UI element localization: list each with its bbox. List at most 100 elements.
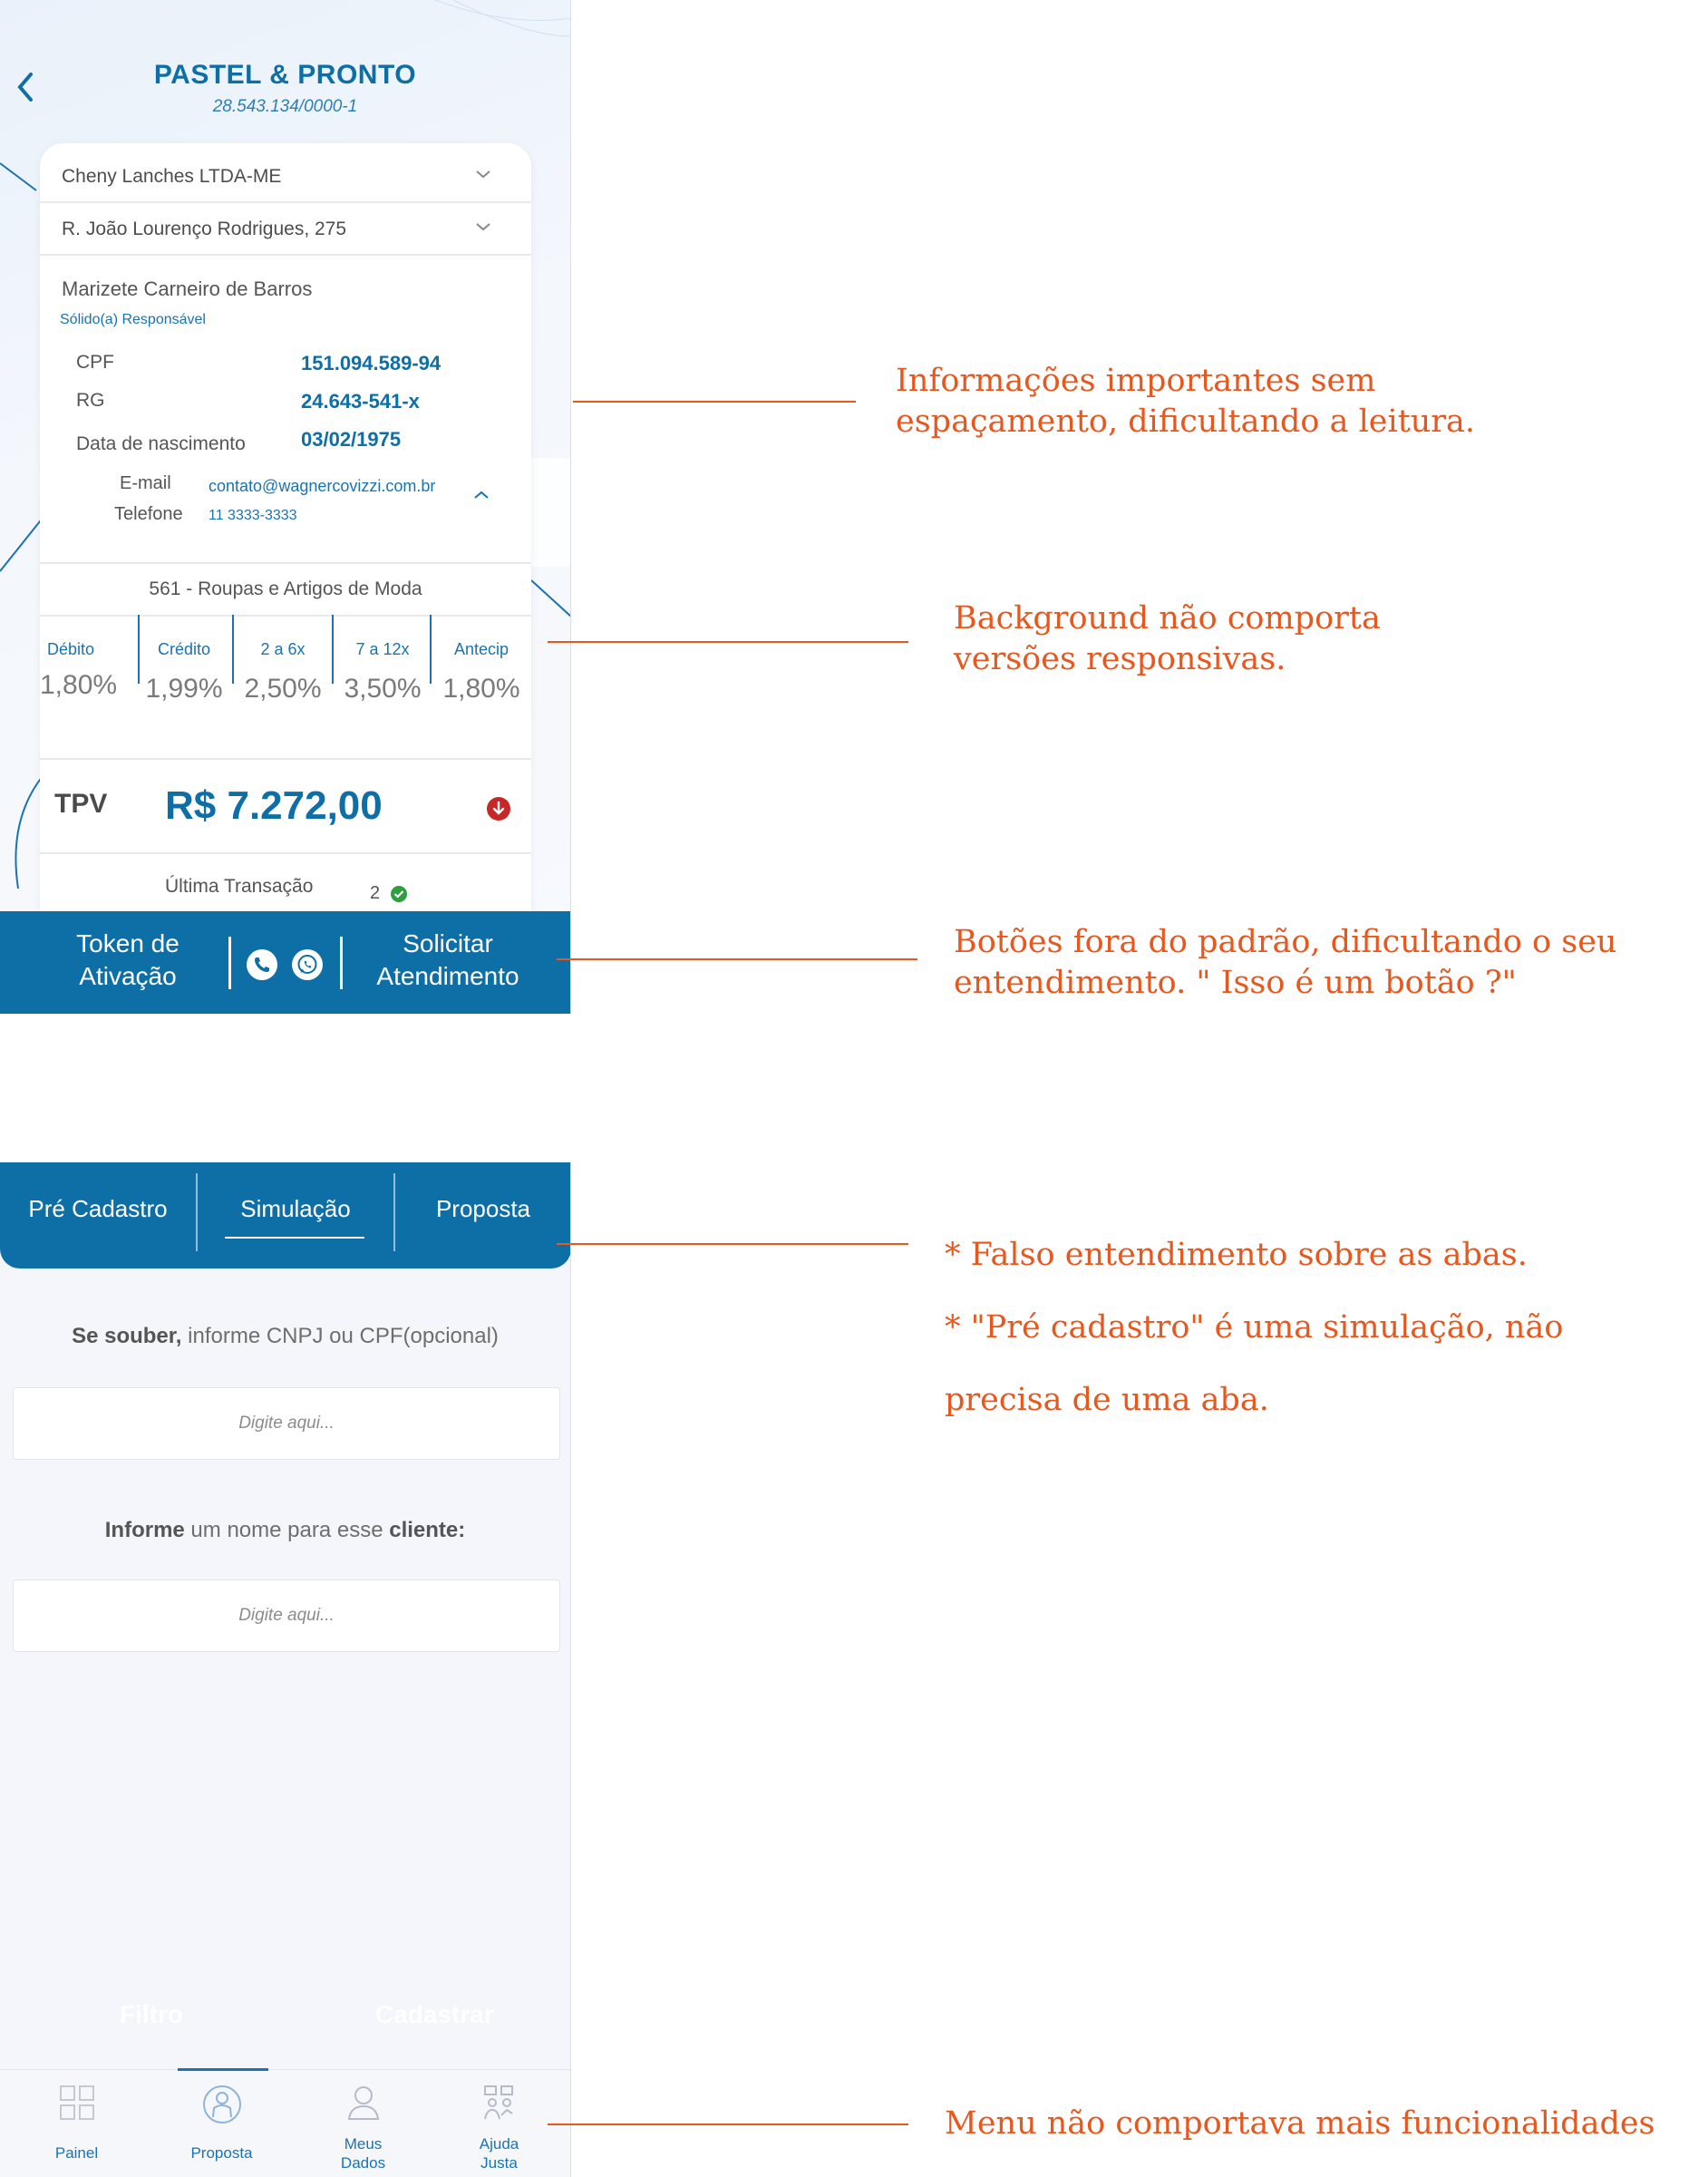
annotation-line: espaçamento, dificultando a leitura. [896,403,1476,440]
birth-value: 03/02/1975 [301,428,402,451]
annotation-line: precisa de uma aba. [945,1382,1269,1418]
token-button-line1: Token de [76,929,180,957]
rg-label: RG [76,390,105,411]
document-input[interactable] [13,1387,560,1460]
nav-label: Meus [344,2135,383,2153]
phone-icon[interactable] [246,948,278,981]
annotation-tabs: * Falso entendimento sobre as abas. * "P… [945,1219,1563,1436]
company-dropdown[interactable]: Cheny Lanches LTDA-ME [40,151,531,203]
rg-value: 24.643-541-x [301,390,420,413]
nav-meus-dados[interactable]: Meus Dados [292,2070,434,2177]
phone-value[interactable]: 11 3333-3333 [209,508,297,524]
new-proposal-screen: Pré Cadastro Simulação Proposta Se soube… [0,1162,571,2177]
rate-value: 1,99% [145,674,223,704]
annotation-leader-line [557,1243,908,1245]
rate-2a6x: 2 a 6x 2,50% [234,640,332,705]
client-label-bold2: cliente: [389,1518,466,1542]
company-cnpj: 28.543.134/0000-1 [212,97,358,116]
active-tab-indicator [225,1237,364,1239]
last-transaction-label: Última Transação [165,876,314,897]
nav-label: Ajuda [479,2135,519,2153]
annotation-line: Background não comporta [954,600,1381,637]
register-button[interactable]: Cadastrar [375,2000,494,2029]
last-transaction-count: 2 [370,883,381,903]
annotation-buttons: Botões fora do padrão, dificultando o se… [954,922,1616,1004]
annotation-leader-line [548,2124,908,2125]
annotation-menu: Menu não comportava mais funcionalidades [945,2104,1655,2144]
email-value[interactable]: contato@wagnercovizzi.com.br [209,477,435,496]
action-separator [340,937,343,989]
document-label-bold: Se souber, [72,1324,182,1348]
rate-label: 7 a 12x [355,640,410,658]
whatsapp-icon[interactable] [291,948,324,981]
cpf-label: CPF [76,352,114,373]
nav-painel[interactable]: Painel [5,2070,148,2177]
client-label-bold1: Informe [104,1518,185,1542]
check-circle-icon [391,886,407,902]
company-name: PASTEL & PRONTO [153,60,417,90]
tab-proposta[interactable]: Proposta [395,1195,570,1223]
rate-value: 1,80% [40,670,118,700]
bottom-navigation: Painel Proposta Meus Dados Ajuda Justa [0,2068,570,2177]
client-card: Cheny Lanches LTDA-ME R. João Lourenço R… [40,143,531,923]
rate-value: 3,50% [344,674,422,704]
rate-value: 1,80% [442,674,520,704]
tab-pre-cadastro[interactable]: Pré Cadastro [0,1195,196,1223]
rate-label: Crédito [157,640,211,658]
tpv-row: TPV R$ 7.272,00 [40,758,531,854]
rate-credito: Crédito 1,99% [134,640,234,705]
address-dropdown-value: R. João Lourenço Rodrigues, 275 [62,219,347,239]
nav-proposta[interactable]: Proposta [150,2070,293,2177]
grid-icon [59,2085,94,2120]
filter-button[interactable]: Filtro [120,2000,183,2029]
nav-label: Proposta [190,2144,253,2162]
tpv-value: R$ 7.272,00 [165,783,383,828]
nav-label: Justa [480,2154,518,2172]
rate-debito: Débito 1,80% [40,640,118,701]
client-label-mid: um nome para esse [184,1518,390,1542]
annotation-line: versões responsivas. [954,641,1286,677]
annotation-spacing: Informações importantes sem espaçamento,… [896,361,1475,442]
cpf-value: 151.094.589-94 [301,352,442,374]
annotation-line: Menu não comportava mais funcionalidades [945,2105,1655,2142]
action-separator [228,937,231,989]
annotation-line: * "Pré cadastro" é uma simulação, não [945,1309,1564,1346]
rate-value: 2,50% [244,674,322,704]
tab-simulacao[interactable]: Simulação [198,1195,393,1223]
user-proposal-icon [202,2085,241,2124]
phone-label: Telefone [114,504,183,524]
annotation-line: * Falso entendimento sobre as abas. [945,1237,1528,1273]
token-button-line2: Ativação [79,962,177,990]
responsible-role: Sólido(a) Responsável [60,312,206,327]
tab-bar: Pré Cadastro Simulação Proposta [0,1162,570,1268]
client-name-label: Informe um nome para esse cliente: [0,1518,570,1543]
request-service-button[interactable]: Solicitar Atendimento [350,928,546,993]
help-people-icon [483,2085,513,2120]
rate-7a12x: 7 a 12x 3,50% [334,640,432,705]
document-label-rest: informe CNPJ ou CPF(opcional) [181,1324,499,1348]
user-icon [347,2086,379,2120]
business-segment: 561 - Roupas e Artigos de Moda [40,562,531,617]
responsible-name: Marizete Carneiro de Barros [62,277,313,300]
annotation-line: entendimento. " Isso é um botão ?" [954,965,1517,1001]
nav-label: Painel [54,2144,99,2162]
request-button-line1: Solicitar [403,929,493,957]
token-activation-button[interactable]: Token de Ativação [42,928,214,993]
company-dropdown-value: Cheny Lanches LTDA-ME [62,166,282,187]
address-dropdown[interactable]: R. João Lourenço Rodrigues, 275 [40,203,531,256]
chevron-down-icon [476,223,490,231]
tpv-label: TPV [54,789,108,819]
email-label: E-mail [120,473,171,493]
rate-label: 2 a 6x [260,640,306,658]
rate-label: Antecip [453,640,509,658]
annotation-background: Background não comporta versões responsi… [954,598,1381,680]
rate-label: Débito [46,640,95,658]
annotation-line: Botões fora do padrão, dificultando o se… [954,924,1617,960]
request-button-line2: Atendimento [376,962,519,990]
action-bar: Token de Ativação Solicitar Atendimento [0,911,570,1014]
annotation-leader-line [573,401,856,403]
arrow-down-alert-icon [487,797,510,821]
chevron-up-icon[interactable] [473,490,490,501]
client-name-input[interactable] [13,1579,560,1652]
document-field-label: Se souber, informe CNPJ ou CPF(opcional) [0,1324,570,1349]
